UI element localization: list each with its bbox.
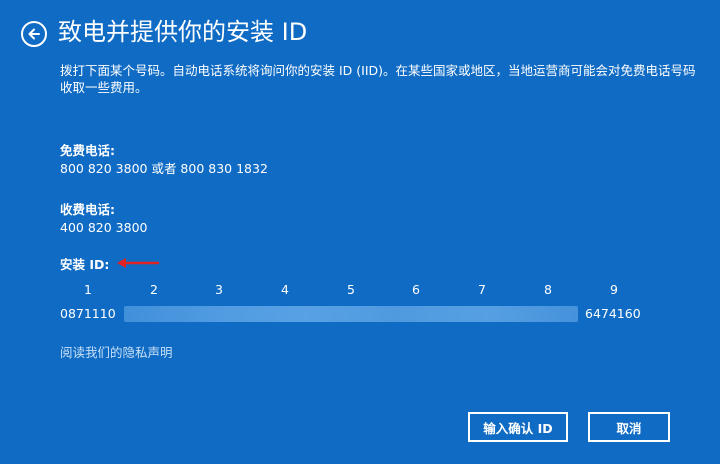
- privacy-statement-link[interactable]: 阅读我们的隐私声明: [60, 345, 173, 361]
- id-column-number: 6: [412, 282, 420, 297]
- cancel-button[interactable]: 取消: [588, 412, 670, 442]
- id-column-number: 2: [150, 282, 158, 297]
- id-column-number: 8: [544, 282, 552, 297]
- id-column-number: 7: [478, 282, 486, 297]
- activation-dialog: 致电并提供你的安装 ID 拨打下面某个号码。自动电话系统将询问你的安装 ID (…: [0, 0, 720, 464]
- toll-free-label: 免费电话:: [60, 143, 115, 158]
- installation-id-group-9: 6474160: [585, 306, 641, 321]
- id-column-number: 9: [610, 282, 618, 297]
- toll-label: 收费电话:: [60, 202, 115, 217]
- annotation-arrow-icon: [116, 256, 162, 270]
- arrow-left-icon: [28, 28, 40, 40]
- toll-free-numbers: 800 820 3800 或者 800 830 1832: [60, 161, 268, 176]
- toll-number: 400 820 3800: [60, 220, 148, 235]
- installation-id-group-1: 0871110: [60, 306, 116, 321]
- back-button[interactable]: [21, 21, 47, 47]
- installation-id-redacted: [124, 306, 578, 322]
- instructions-text: 拨打下面某个号码。自动电话系统将询问你的安装 ID (IID)。在某些国家或地区…: [60, 63, 696, 95]
- installation-id-label: 安装 ID:: [60, 257, 110, 272]
- enter-confirmation-id-button[interactable]: 输入确认 ID: [468, 412, 568, 442]
- page-title: 致电并提供你的安装 ID: [58, 18, 308, 46]
- id-column-number: 5: [347, 282, 355, 297]
- id-column-number: 4: [281, 282, 289, 297]
- id-column-number: 3: [215, 282, 223, 297]
- id-column-number: 1: [84, 282, 92, 297]
